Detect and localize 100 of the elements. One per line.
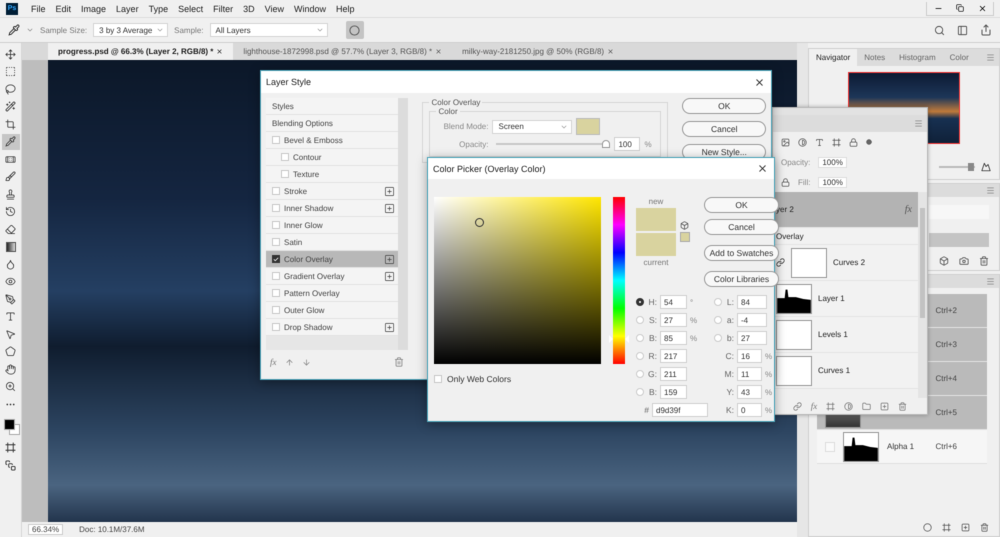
channel-row[interactable]: Alpha 1 Ctrl+6	[817, 430, 987, 464]
value-field[interactable]: 27	[737, 331, 767, 345]
value-field[interactable]: 54	[660, 295, 687, 309]
value-field[interactable]: 43	[737, 385, 762, 399]
value-field[interactable]: 211	[660, 367, 687, 381]
style-list-item[interactable]: Texture	[266, 166, 398, 183]
style-list-item[interactable]: Pattern Overlay	[266, 285, 398, 302]
move-up-icon[interactable]	[284, 358, 294, 366]
new-layer-icon[interactable]	[880, 402, 890, 410]
close-icon[interactable]	[216, 48, 224, 55]
color-swatch[interactable]	[636, 233, 676, 256]
menu-item[interactable]: Filter	[208, 4, 238, 14]
hex-field[interactable]: d9d39f	[652, 403, 708, 417]
add-effect-button[interactable]: fx	[810, 401, 818, 411]
document-tab[interactable]: progress.psd @ 66.3% (Layer 2, RGB/8) *	[48, 43, 234, 60]
dialog-button[interactable]: Cancel	[704, 219, 779, 235]
scrollbar[interactable]	[398, 98, 408, 350]
foreground-color-swatch[interactable]	[4, 418, 14, 430]
menu-icon[interactable]	[986, 186, 995, 195]
radio-button[interactable]	[636, 298, 644, 306]
mask-icon[interactable]	[826, 402, 836, 410]
trash-icon[interactable]	[394, 357, 404, 367]
value-field[interactable]: 11	[737, 367, 762, 381]
dialog-button[interactable]: Cancel	[682, 121, 766, 137]
slider-thumb[interactable]	[602, 140, 610, 148]
dialog-button[interactable]: OK	[682, 98, 766, 114]
style-list-item[interactable]: Styles	[266, 98, 398, 115]
dialog-button[interactable]: Add to Swatches	[704, 245, 779, 261]
close-icon[interactable]	[754, 76, 765, 88]
value-field[interactable]: 0	[737, 403, 762, 417]
cube-icon[interactable]	[680, 221, 689, 230]
snapshot-icon[interactable]	[939, 256, 949, 266]
type-filter-icon[interactable]	[815, 138, 824, 146]
layer-row[interactable]: Curves 1	[773, 353, 918, 389]
menu-item[interactable]: Window	[288, 4, 331, 14]
style-list-item[interactable]: Inner Glow	[266, 217, 398, 234]
link-icon[interactable]	[776, 258, 785, 267]
add-icon[interactable]	[384, 270, 396, 282]
opacity-field[interactable]: 100%	[818, 156, 847, 168]
adjustment-icon[interactable]	[844, 402, 854, 410]
value-field[interactable]: 217	[660, 349, 687, 363]
close-icon[interactable]	[757, 163, 768, 174]
adjustment-filter-icon[interactable]	[798, 138, 807, 146]
new-channel-icon[interactable]	[961, 522, 970, 532]
load-selection-icon[interactable]	[923, 522, 932, 532]
scrollbar[interactable]	[918, 192, 927, 398]
style-list-item[interactable]: Contour	[266, 149, 398, 166]
folder-icon[interactable]	[862, 402, 872, 410]
mountain-icon[interactable]	[981, 162, 991, 172]
style-list-item[interactable]: Satin	[266, 234, 398, 251]
menu-icon[interactable]	[986, 277, 995, 286]
menu-item[interactable]: View	[260, 4, 289, 14]
menu-item[interactable]: 3D	[238, 4, 260, 14]
panel-tab[interactable]: Navigator	[809, 49, 858, 66]
layer-row[interactable]: Curves 2	[773, 245, 918, 281]
style-list-item[interactable]: Gradient Overlay	[266, 268, 398, 285]
move-down-icon[interactable]	[302, 358, 310, 366]
sample-select[interactable]: All Layers	[210, 23, 328, 37]
menu-item[interactable]: Edit	[50, 4, 76, 14]
menu-icon[interactable]	[914, 119, 923, 128]
lock-filter-icon[interactable]	[849, 138, 858, 146]
image-filter-icon[interactable]	[781, 138, 790, 146]
add-icon[interactable]	[384, 186, 396, 196]
menu-item[interactable]: Layer	[111, 4, 144, 14]
color-field[interactable]	[434, 197, 601, 364]
value-field[interactable]: 85	[660, 331, 687, 345]
sample-size-select[interactable]: 3 by 3 Average	[93, 23, 168, 37]
style-list-item[interactable]: Color Overlay	[266, 251, 398, 268]
sampling-ring-button[interactable]	[346, 21, 364, 39]
add-icon[interactable]	[384, 254, 396, 264]
checkbox[interactable]	[272, 255, 280, 263]
search-icon[interactable]	[934, 24, 945, 36]
menu-icon[interactable]	[986, 53, 995, 62]
filter-toggle-icon[interactable]	[866, 139, 872, 145]
menu-item[interactable]: Help	[330, 4, 360, 14]
menu-item[interactable]: Type	[144, 4, 174, 14]
menu-item[interactable]: Image	[76, 4, 112, 14]
gamut-swatch[interactable]	[680, 232, 690, 242]
dialog-button[interactable]: Color Libraries	[704, 271, 779, 287]
value-field[interactable]: 84	[737, 295, 767, 309]
blend-mode-select[interactable]: Screen	[492, 120, 572, 134]
workspace-icon[interactable]	[957, 24, 968, 36]
zoom-level[interactable]: 66.34%	[28, 524, 64, 535]
fill-field[interactable]: 100%	[818, 176, 847, 188]
lock-icon[interactable]	[781, 178, 790, 186]
share-icon[interactable]	[980, 24, 992, 36]
trash-icon[interactable]	[980, 522, 989, 532]
trash-icon[interactable]	[979, 256, 989, 266]
style-list-item[interactable]: Stroke	[266, 183, 398, 200]
value-field[interactable]: 16	[737, 349, 762, 363]
only-web-colors-checkbox[interactable]: Only Web Colors	[434, 374, 629, 384]
value-field[interactable]: 27	[660, 313, 687, 327]
add-icon[interactable]	[384, 202, 396, 214]
style-list-item[interactable]: Bevel & Emboss	[266, 132, 398, 149]
menu-item[interactable]: File	[26, 4, 51, 14]
caret-icon[interactable]	[26, 26, 34, 34]
style-list-item[interactable]: Outer Glow	[266, 302, 398, 319]
add-icon[interactable]	[384, 322, 396, 332]
picker-marker[interactable]	[475, 218, 484, 227]
add-effect-button[interactable]: fx	[270, 357, 276, 367]
